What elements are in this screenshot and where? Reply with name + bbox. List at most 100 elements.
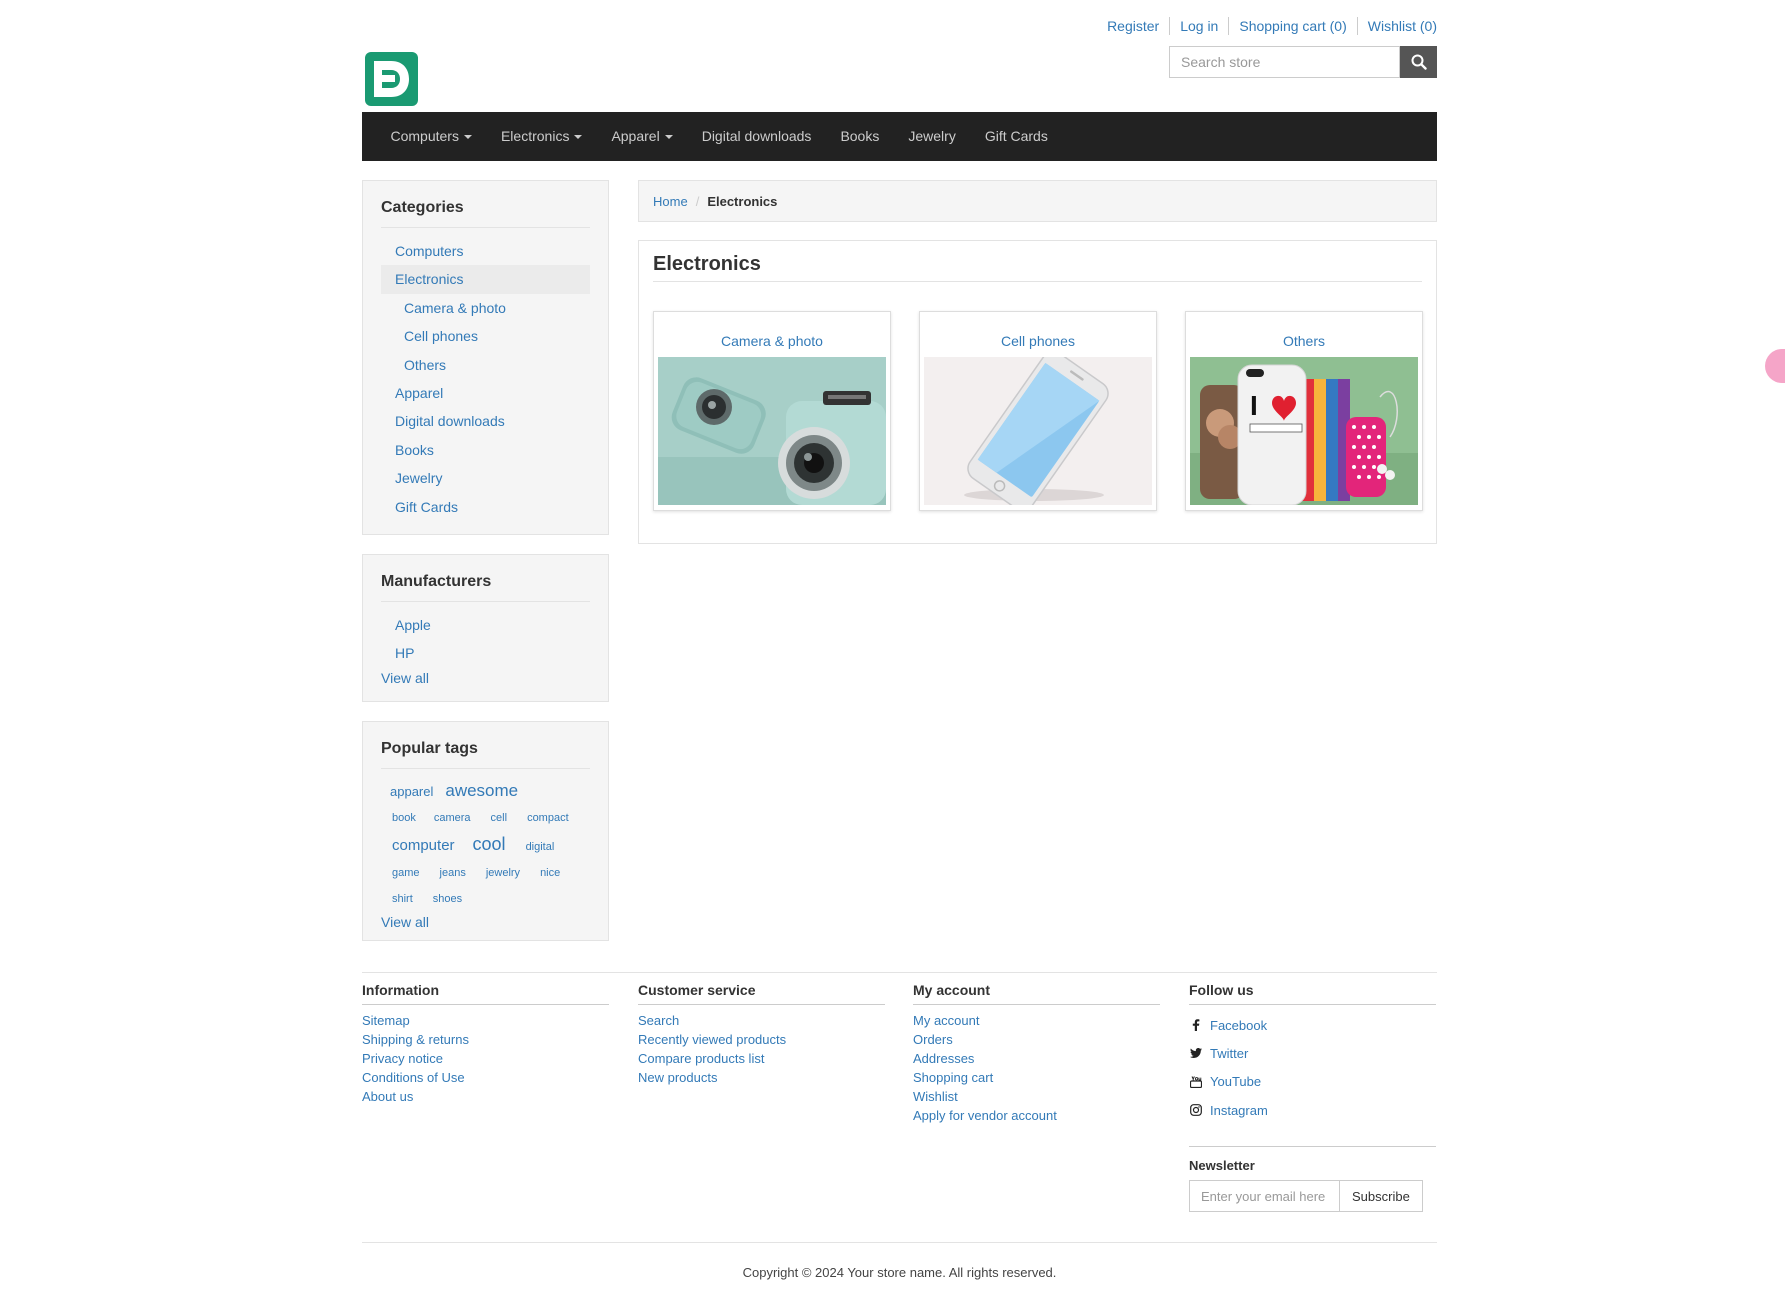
login-link[interactable]: Log in [1169,17,1228,35]
newsletter-block: Newsletter Subscribe [1189,1146,1436,1212]
shopping-cart-link[interactable]: Shopping cart (0) [1228,17,1356,35]
popular-tags-block: Popular tags apparel awesome book camera… [362,721,609,941]
subcategory-image-phone-cases[interactable]: I [1190,357,1418,505]
category-electronics[interactable]: Electronics [381,265,590,294]
category-books[interactable]: Books [381,436,590,464]
footer-divider [362,972,1437,973]
footer-link-shipping-returns[interactable]: Shipping & returns [362,1030,609,1049]
social-facebook[interactable]: Facebook [1189,1011,1436,1039]
nav-item-jewelry[interactable]: Jewelry [894,112,970,161]
category-apparel[interactable]: Apparel [381,379,590,407]
search-icon [1411,54,1427,70]
footer-link-compare-products[interactable]: Compare products list [638,1049,885,1068]
category-cell-phones[interactable]: Cell phones [381,322,590,350]
categories-title: Categories [381,199,590,228]
search-input[interactable] [1169,46,1400,78]
tag-game[interactable]: game [392,860,420,886]
search-button[interactable] [1400,46,1437,78]
social-instagram[interactable]: Instagram [1189,1096,1436,1124]
nav-item-computers[interactable]: Computers [376,112,486,161]
page-title: Electronics [653,253,761,275]
manufacturer-hp[interactable]: HP [381,639,590,667]
nav-item-electronics[interactable]: Electronics [486,112,596,161]
store-logo[interactable] [365,52,418,106]
newsletter-subscribe-button[interactable]: Subscribe [1340,1180,1423,1212]
subcategory-card-cell-phones[interactable]: Cell phones [919,311,1157,511]
footer-information-title: Information [362,982,609,1005]
newsletter-email-input[interactable] [1189,1180,1340,1212]
nav-item-gift-cards[interactable]: Gift Cards [970,112,1062,161]
twitter-icon [1189,1048,1203,1059]
manufacturers-title: Manufacturers [381,573,590,602]
nav-item-digital-downloads[interactable]: Digital downloads [687,112,826,161]
footer-customer-service: Customer service Search Recently viewed … [638,982,885,1087]
tag-digital[interactable]: digital [526,834,555,860]
tag-book[interactable]: book [392,805,416,831]
subcategory-image-phone[interactable] [924,357,1152,505]
tag-shirt[interactable]: shirt [392,886,413,912]
footer-link-apply-vendor[interactable]: Apply for vendor account [913,1106,1160,1125]
footer-link-conditions-of-use[interactable]: Conditions of Use [362,1068,609,1087]
youtube-icon [1189,1076,1203,1088]
category-camera-photo[interactable]: Camera & photo [381,294,590,322]
footer-link-shopping-cart[interactable]: Shopping cart [913,1068,1160,1087]
subcategory-title[interactable]: Others [1186,333,1422,349]
copyright-text: Copyright © 2024 Your store name. All ri… [742,1265,1057,1280]
manufacturers-list: Apple HP [381,611,590,668]
breadcrumb-home-link[interactable]: Home [653,194,688,209]
footer-link-about-us[interactable]: About us [362,1087,609,1106]
tag-cell[interactable]: cell [491,805,508,831]
category-digital-downloads[interactable]: Digital downloads [381,407,590,435]
tag-computer[interactable]: computer [392,833,455,859]
tags-view-all-link[interactable]: View all [381,914,590,930]
subcategory-title[interactable]: Camera & photo [654,333,890,349]
tag-awesome[interactable]: awesome [445,778,518,804]
tag-nice[interactable]: nice [540,860,560,886]
copyright-divider [362,1242,1437,1243]
svg-text:I: I [1250,390,1258,421]
category-jewelry[interactable]: Jewelry [381,464,590,492]
footer-link-wishlist[interactable]: Wishlist [913,1087,1160,1106]
footer-link-my-account[interactable]: My account [913,1011,1160,1030]
tag-jewelry[interactable]: jewelry [486,860,520,886]
register-link[interactable]: Register [1097,17,1169,35]
nav-item-books[interactable]: Books [826,112,894,161]
newsletter-title: Newsletter [1189,1158,1255,1173]
footer-link-new-products[interactable]: New products [638,1068,885,1087]
breadcrumb: Home / Electronics [638,180,1437,222]
breadcrumb-separator: / [695,193,700,209]
footer-link-privacy-notice[interactable]: Privacy notice [362,1049,609,1068]
tag-cool[interactable]: cool [473,831,506,857]
social-twitter[interactable]: Twitter [1189,1039,1436,1067]
subcategory-title[interactable]: Cell phones [920,333,1156,349]
nav-item-apparel[interactable]: Apparel [597,112,687,161]
footer-link-search[interactable]: Search [638,1011,885,1030]
category-others[interactable]: Others [381,351,590,379]
footer-my-account: My account My account Orders Addresses S… [913,982,1160,1125]
tag-cloud: apparel awesome book camera cell compact… [381,778,590,912]
subcategory-image-camera[interactable] [658,357,886,505]
category-gift-cards[interactable]: Gift Cards [381,493,590,521]
tag-apparel[interactable]: apparel [390,779,433,805]
footer-information: Information Sitemap Shipping & returns P… [362,982,609,1106]
tag-shoes[interactable]: shoes [433,886,462,912]
footer-link-sitemap[interactable]: Sitemap [362,1011,609,1030]
footer-link-recently-viewed[interactable]: Recently viewed products [638,1030,885,1049]
category-computers[interactable]: Computers [381,237,590,265]
instagram-icon [1189,1104,1203,1116]
subcategory-card-others[interactable]: Others I [1185,311,1423,511]
newsletter-form: Subscribe [1189,1180,1436,1212]
floating-widget-button[interactable] [1765,349,1785,383]
subcategory-card-camera-photo[interactable]: Camera & photo [653,311,891,511]
footer-link-orders[interactable]: Orders [913,1030,1160,1049]
manufacturers-view-all-link[interactable]: View all [381,670,590,686]
header-links: Register Log in Shopping cart (0) Wishli… [1097,17,1437,35]
tag-compact[interactable]: compact [527,805,569,831]
breadcrumb-current: Electronics [707,193,778,209]
tag-jeans[interactable]: jeans [440,860,466,886]
social-youtube[interactable]: YouTube [1189,1068,1436,1096]
footer-link-addresses[interactable]: Addresses [913,1049,1160,1068]
wishlist-link[interactable]: Wishlist (0) [1356,17,1437,35]
manufacturer-apple[interactable]: Apple [381,611,590,639]
tag-camera[interactable]: camera [434,805,471,831]
